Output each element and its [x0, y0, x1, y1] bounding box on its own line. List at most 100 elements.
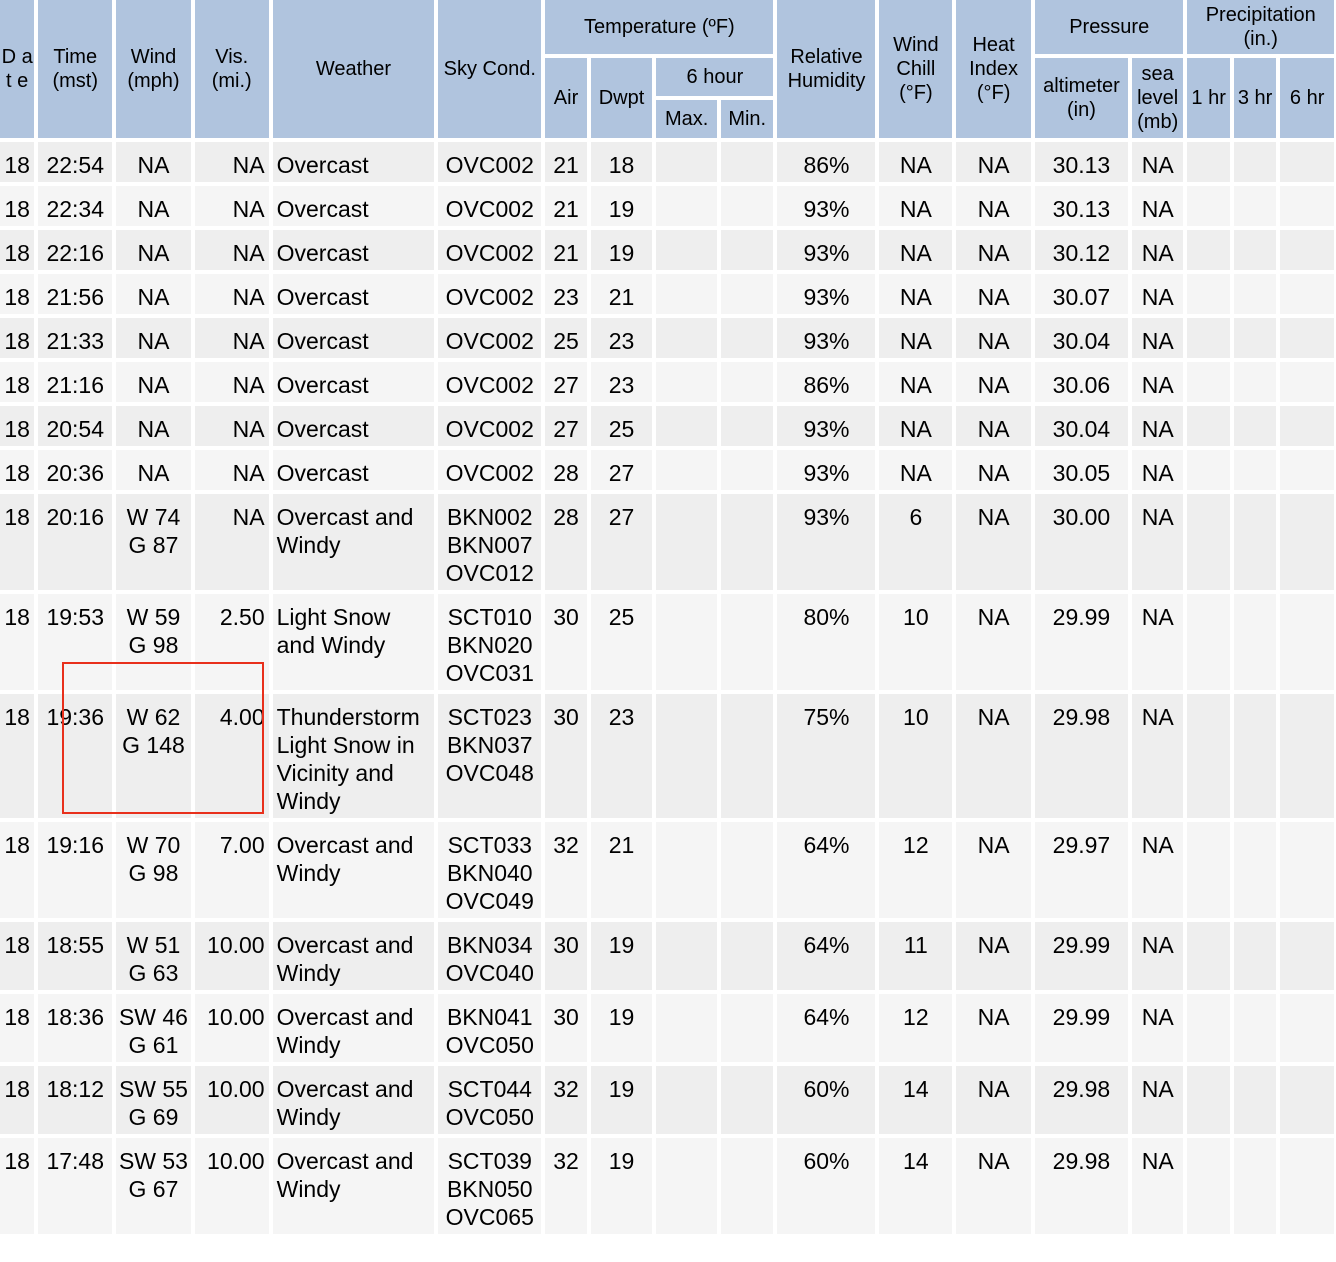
heat-index-cell: NA [956, 186, 1031, 226]
table-row: 18 18:36 SW 46 G 61 10.00 Overcast and Windy… [0, 994, 1334, 1062]
precip-6hr-cell [1280, 922, 1334, 990]
precip-1hr-cell [1187, 822, 1230, 918]
precip-3hr-cell [1233, 694, 1277, 818]
sky-cell: BKN002 BKN007 OVC012 [438, 494, 542, 590]
air-temp-cell: 30 [545, 594, 587, 690]
air-temp-cell: 32 [545, 822, 587, 918]
table-row: 18 18:55 W 51 G 63 10.00 Overcast and Windy B… [0, 922, 1334, 990]
dewpoint-cell: 25 [590, 594, 653, 690]
weather-cell: Overcast [272, 362, 435, 402]
min-temp-cell [720, 1138, 774, 1234]
time-cell: 18:36 [38, 994, 113, 1062]
sky-cell: BKN034 OVC040 [438, 922, 542, 990]
sea-level-cell: NA [1131, 362, 1184, 402]
header-relative-humidity: Relative Humidity [777, 0, 876, 138]
date-cell: 18 [0, 594, 35, 690]
wind-chill-cell: NA [879, 318, 953, 358]
heat-index-cell: NA [956, 1066, 1031, 1134]
precip-3hr-cell [1233, 494, 1277, 590]
weather-cell: Overcast and Windy [272, 1066, 435, 1134]
wind-cell: NA [116, 406, 191, 446]
wind-cell: SW 46 G 61 [116, 994, 191, 1062]
wind-cell: W 74 G 87 [116, 494, 191, 590]
dewpoint-cell: 21 [590, 274, 653, 314]
header-weather: Weather [272, 0, 435, 138]
heat-index-cell: NA [956, 994, 1031, 1062]
date-cell: 18 [0, 822, 35, 918]
wind-chill-cell: 12 [879, 994, 953, 1062]
heat-index-cell: NA [956, 694, 1031, 818]
header-six-hour: 6 hour [656, 58, 774, 96]
precip-1hr-cell [1187, 922, 1230, 990]
sea-level-cell: NA [1131, 142, 1184, 182]
wind-cell: W 51 G 63 [116, 922, 191, 990]
sea-level-cell: NA [1131, 594, 1184, 690]
altimeter-cell: 29.99 [1034, 922, 1128, 990]
dewpoint-cell: 27 [590, 450, 653, 490]
dewpoint-cell: 23 [590, 362, 653, 402]
precip-3hr-cell [1233, 822, 1277, 918]
precip-6hr-cell [1280, 994, 1334, 1062]
wind-cell: NA [116, 142, 191, 182]
min-temp-cell [720, 822, 774, 918]
dewpoint-cell: 27 [590, 494, 653, 590]
sky-cell: OVC002 [438, 142, 542, 182]
precip-1hr-cell [1187, 274, 1230, 314]
header-date: D a t e [0, 0, 35, 138]
precip-1hr-cell [1187, 594, 1230, 690]
header-temperature: Temperature (ºF) [545, 0, 774, 54]
altimeter-cell: 30.04 [1034, 318, 1128, 358]
humidity-cell: 93% [777, 230, 876, 270]
air-temp-cell: 21 [545, 186, 587, 226]
sea-level-cell: NA [1131, 450, 1184, 490]
dewpoint-cell: 19 [590, 1138, 653, 1234]
sky-cell: OVC002 [438, 318, 542, 358]
header-sky-conditions: Sky Cond. [438, 0, 542, 138]
wind-cell: NA [116, 450, 191, 490]
altimeter-cell: 29.98 [1034, 1138, 1128, 1234]
altimeter-cell: 30.13 [1034, 142, 1128, 182]
weather-cell: Overcast and Windy [272, 494, 435, 590]
time-cell: 18:12 [38, 1066, 113, 1134]
sky-cell: SCT023 BKN037 OVC048 [438, 694, 542, 818]
date-cell: 18 [0, 406, 35, 446]
wind-cell: SW 53 G 67 [116, 1138, 191, 1234]
header-air: Air [545, 58, 587, 138]
weather-cell: Overcast [272, 450, 435, 490]
altimeter-cell: 29.98 [1034, 1066, 1128, 1134]
heat-index-cell: NA [956, 494, 1031, 590]
humidity-cell: 75% [777, 694, 876, 818]
visibility-cell: NA [194, 362, 269, 402]
wind-chill-cell: NA [879, 186, 953, 226]
max-temp-cell [656, 274, 717, 314]
precip-3hr-cell [1233, 274, 1277, 314]
wind-chill-cell: NA [879, 274, 953, 314]
header-dewpoint: Dwpt [590, 58, 653, 138]
min-temp-cell [720, 362, 774, 402]
humidity-cell: 93% [777, 406, 876, 446]
date-cell: 18 [0, 494, 35, 590]
min-temp-cell [720, 694, 774, 818]
visibility-cell: NA [194, 186, 269, 226]
sea-level-cell: NA [1131, 494, 1184, 590]
date-cell: 18 [0, 186, 35, 226]
wind-cell: NA [116, 230, 191, 270]
humidity-cell: 93% [777, 494, 876, 590]
precip-1hr-cell [1187, 362, 1230, 402]
sky-cell: SCT010 BKN020 OVC031 [438, 594, 542, 690]
humidity-cell: 93% [777, 318, 876, 358]
header-visibility: Vis. (mi.) [194, 0, 269, 138]
precip-6hr-cell [1280, 186, 1334, 226]
heat-index-cell: NA [956, 318, 1031, 358]
weather-cell: Overcast [272, 274, 435, 314]
max-temp-cell [656, 1066, 717, 1134]
max-temp-cell [656, 450, 717, 490]
header-precipitation: Precipitation (in.) [1187, 0, 1334, 54]
highlight-box [62, 662, 264, 814]
precip-1hr-cell [1187, 494, 1230, 590]
sea-level-cell: NA [1131, 922, 1184, 990]
min-temp-cell [720, 274, 774, 314]
air-temp-cell: 28 [545, 494, 587, 590]
dewpoint-cell: 21 [590, 822, 653, 918]
precip-6hr-cell [1280, 318, 1334, 358]
